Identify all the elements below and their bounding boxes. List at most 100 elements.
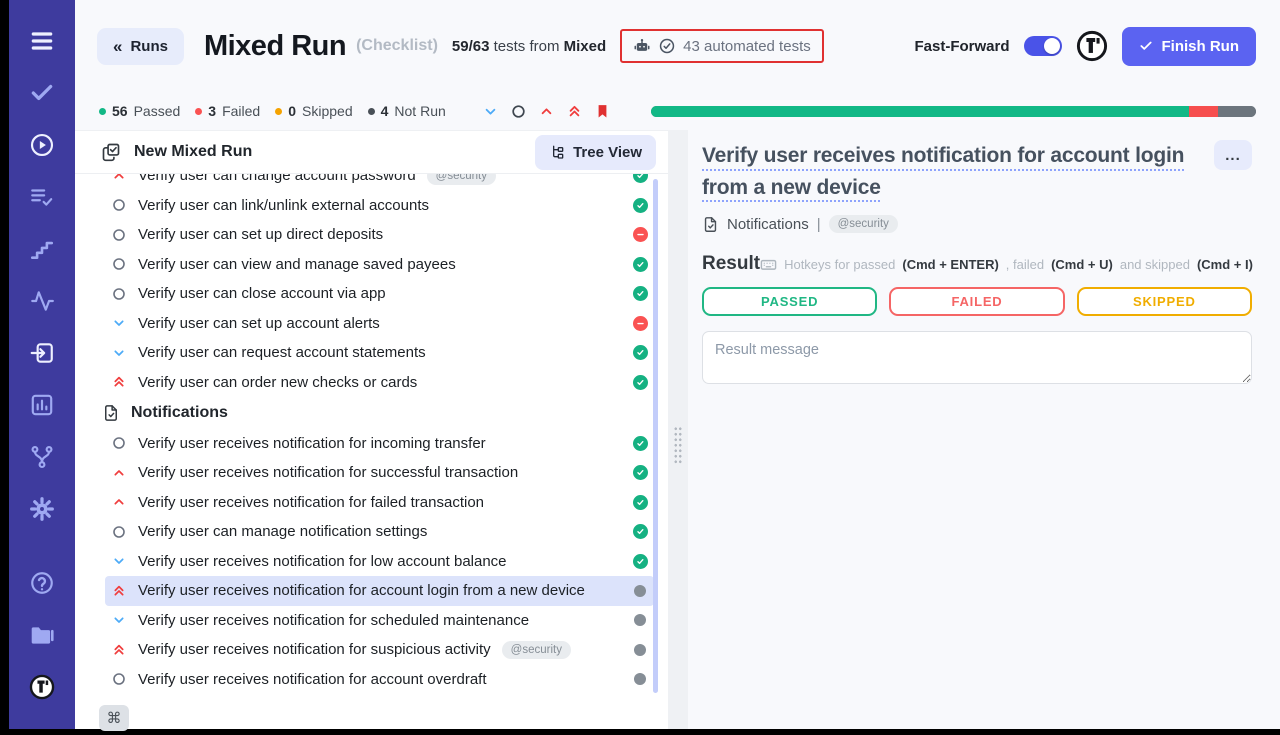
test-title: Verify user can change account password	[138, 174, 416, 184]
sidebar-item-login[interactable]	[29, 340, 55, 366]
badge-check-icon	[635, 200, 646, 211]
sidebar-item-folder[interactable]	[29, 622, 55, 648]
test-detail-title: Verify user receives notification for ac…	[702, 140, 1198, 203]
priority-chevron-down-icon	[111, 612, 127, 628]
sidebar-item-list-check[interactable]	[29, 184, 55, 210]
tree-view-button[interactable]: Tree View	[535, 135, 656, 170]
test-row[interactable]: Verify user receives notification for ac…	[105, 576, 654, 606]
filter-bookmark-button[interactable]	[594, 103, 611, 120]
panel-resize-handle[interactable]	[668, 130, 688, 729]
test-title: Verify user can request account statemen…	[138, 344, 426, 361]
sidebar-item-logo[interactable]	[29, 674, 55, 700]
result-heading: Result	[702, 253, 760, 275]
test-row[interactable]: Verify user receives notification for ac…	[105, 665, 654, 695]
security-tag: @security	[502, 641, 571, 659]
sidebar-item-play-circle[interactable]	[29, 132, 55, 158]
suite-section-row[interactable]: Notifications	[75, 397, 668, 429]
test-row[interactable]: Verify user receives notification for sc…	[105, 606, 654, 636]
command-shortcut-button[interactable]: ⌘	[99, 705, 129, 731]
hotkeys-hint: Hotkeys for passed (Cmd + ENTER) , faile…	[760, 256, 1253, 273]
tree-view-icon	[549, 144, 565, 160]
sidebar-item-gear[interactable]	[29, 496, 55, 522]
test-row[interactable]: Verify user can set up account alerts	[105, 309, 654, 339]
filter-circle-button[interactable]	[510, 103, 527, 120]
result-skipped-button[interactable]: SKIPPED	[1077, 287, 1252, 316]
chevrons-left-icon: «	[113, 38, 122, 55]
play-circle-icon	[29, 132, 55, 158]
back-to-runs-button[interactable]: « Runs	[97, 28, 184, 65]
progress-segment-not_run	[1218, 106, 1256, 117]
filter-chevron-down-button[interactable]	[482, 103, 499, 120]
security-tag: @security	[829, 215, 898, 233]
progress-segment-passed	[651, 106, 1189, 117]
tests-count: 59/63 tests from Mixed	[452, 38, 606, 55]
fast-forward-toggle[interactable]	[1024, 36, 1062, 56]
status-dot-icon	[99, 108, 106, 115]
priority-circle-icon	[111, 256, 127, 272]
badge-check-icon	[635, 347, 646, 358]
status-failed-icon	[633, 227, 648, 242]
test-row[interactable]: Verify user receives notification for fa…	[105, 488, 654, 518]
finish-run-button[interactable]: Finish Run	[1122, 27, 1257, 66]
priority-chevrons-up-icon	[111, 583, 127, 599]
app-logo-icon	[1076, 30, 1108, 62]
priority-chevrons-up-icon	[111, 642, 127, 658]
priority-chevron-down-icon	[111, 345, 127, 361]
test-row[interactable]: Verify user can close account via app	[105, 279, 654, 309]
test-title: Verify user receives notification for in…	[138, 435, 486, 452]
folder-icon	[29, 622, 55, 648]
test-title: Verify user can link/unlink external acc…	[138, 197, 429, 214]
more-actions-button[interactable]: ...	[1214, 140, 1252, 170]
sidebar-item-steps[interactable]	[29, 236, 55, 262]
filter-chevron-up-button[interactable]	[538, 103, 555, 120]
status-not-run-icon	[634, 644, 646, 656]
check-icon	[1139, 39, 1153, 53]
test-row[interactable]: Verify user receives notification for su…	[105, 458, 654, 488]
test-row[interactable]: Verify user receives notification for in…	[105, 429, 654, 459]
sidebar-item-activity[interactable]	[29, 288, 55, 314]
bar-chart-icon	[29, 392, 55, 418]
robot-icon	[633, 37, 651, 55]
test-row[interactable]: Verify user receives notification for su…	[105, 635, 654, 665]
menu-icon	[29, 28, 55, 54]
sidebar-item-menu[interactable]	[29, 28, 55, 54]
test-row[interactable]: Verify user can request account statemen…	[105, 338, 654, 368]
test-row[interactable]: Verify user can order new checks or card…	[105, 368, 654, 398]
sidebar-item-check[interactable]	[29, 80, 55, 106]
test-row[interactable]: Verify user receives notification for lo…	[105, 547, 654, 577]
sidebar-item-branch[interactable]	[29, 444, 55, 470]
badge-check-icon	[635, 556, 646, 567]
result-message-input[interactable]	[702, 331, 1252, 384]
priority-chevron-down-icon	[111, 553, 127, 569]
test-row[interactable]: Verify user can manage notification sett…	[105, 517, 654, 547]
run-progress-bar	[651, 106, 1256, 117]
stat-skipped: 0 Skipped	[275, 103, 352, 119]
list-scrollbar[interactable]	[653, 179, 658, 693]
test-row[interactable]: Verify user can view and manage saved pa…	[105, 250, 654, 280]
keyboard-icon	[760, 256, 777, 273]
test-row[interactable]: Verify user can change account password@…	[105, 174, 654, 191]
result-failed-button[interactable]: FAILED	[889, 287, 1064, 316]
test-row[interactable]: Verify user can set up direct deposits	[105, 220, 654, 250]
sidebar-item-bar-chart[interactable]	[29, 392, 55, 418]
status-dot-icon	[368, 108, 375, 115]
activity-icon	[29, 288, 55, 314]
status-stats: 56 Passed3 Failed0 Skipped4 Not Run	[99, 103, 446, 119]
result-passed-button[interactable]: PASSED	[702, 287, 877, 316]
priority-circle-icon	[111, 286, 127, 302]
status-passed-icon	[633, 286, 648, 301]
status-passed-icon	[633, 554, 648, 569]
test-row[interactable]: Verify user can link/unlink external acc…	[105, 191, 654, 221]
sidebar-item-help[interactable]	[29, 570, 55, 596]
test-meta: Notifications | @security	[702, 215, 1252, 233]
test-title: Verify user receives notification for su…	[138, 641, 491, 658]
logo-icon	[29, 674, 55, 700]
status-not-run-icon	[634, 673, 646, 685]
filter-toolbar	[482, 103, 611, 120]
badge-check-icon	[635, 497, 646, 508]
run-type-label: (Checklist)	[356, 37, 438, 55]
filter-chevrons-up-button[interactable]	[566, 103, 583, 120]
test-title: Verify user receives notification for fa…	[138, 494, 484, 511]
fast-forward-label: Fast-Forward	[914, 38, 1009, 55]
steps-icon	[29, 236, 55, 262]
